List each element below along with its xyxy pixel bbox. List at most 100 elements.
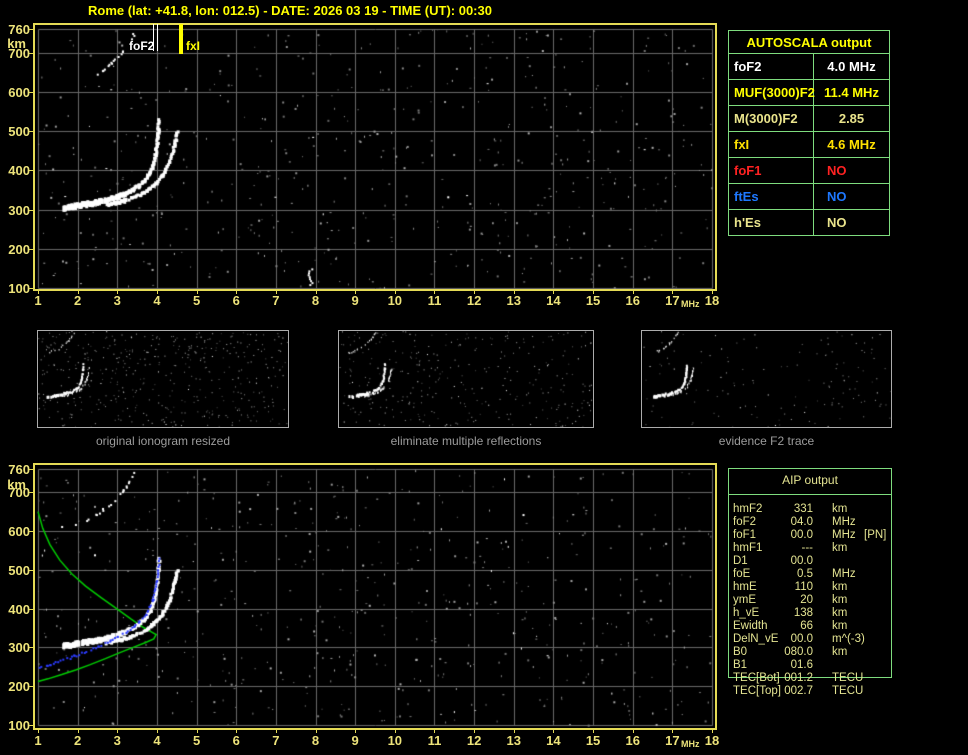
x-axis-tick xyxy=(156,730,158,733)
y-axis-tick xyxy=(29,469,33,470)
y-axis-tick xyxy=(29,91,33,93)
x-axis-tick xyxy=(434,730,436,733)
x-axis-tick xyxy=(38,730,39,733)
x-axis-tick-label: 9 xyxy=(351,293,359,308)
thumbnail-eliminate-reflections xyxy=(338,330,594,428)
autoscala-row-value: NO xyxy=(827,163,847,178)
y-axis-tick xyxy=(29,647,33,649)
x-axis-tick xyxy=(632,730,634,733)
x-axis-tick xyxy=(474,730,476,733)
aip-row-unit: km xyxy=(832,646,848,658)
x-axis-tick xyxy=(711,730,713,733)
profile-plot-bottom-canvas xyxy=(35,465,715,728)
fof2-marker-label: foF2 xyxy=(129,39,155,53)
fof2-marker-line xyxy=(157,24,158,51)
aip-row-label: foE xyxy=(733,568,751,580)
x-axis-tick-label: 3 xyxy=(113,293,121,308)
x-axis-unit-label: MHz xyxy=(681,299,700,309)
x-axis-tick xyxy=(275,730,277,733)
autoscala-row-label: foF1 xyxy=(729,158,814,183)
aip-row-value: 66 xyxy=(800,620,813,632)
aip-row-unit: MHz xyxy=(832,516,856,528)
x-axis-tick-label: 2 xyxy=(74,293,82,308)
y-axis-tick xyxy=(29,248,33,250)
x-axis-tick-label: 9 xyxy=(351,733,359,748)
aip-row-unit: TECU xyxy=(832,685,864,697)
autoscala-row-M(3000)F2: M(3000)F2 2.85 xyxy=(729,105,889,131)
aip-row-unit: km xyxy=(832,594,848,606)
aip-row-label: B0 xyxy=(733,646,748,658)
x-axis-tick xyxy=(236,730,238,733)
aip-header-divider xyxy=(728,494,892,495)
x-axis-tick xyxy=(394,291,396,294)
x-axis-tick xyxy=(672,291,674,294)
x-axis-tick-label: 2 xyxy=(74,733,82,748)
x-axis-tick xyxy=(394,730,396,733)
x-axis-tick xyxy=(355,730,357,733)
y-axis-tick xyxy=(29,52,33,54)
autoscala-row-label: M(3000)F2 xyxy=(729,106,814,131)
aip-row-label: foF2 xyxy=(733,516,757,528)
x-axis-tick-label: 8 xyxy=(311,733,320,748)
x-axis-tick-label: 5 xyxy=(192,293,201,308)
aip-row-value: 00.0 xyxy=(790,633,813,645)
x-axis-tick-label: 16 xyxy=(625,293,640,308)
autoscala-table-header: AUTOSCALA output xyxy=(729,31,889,54)
y-axis-tick-label: 200 xyxy=(8,241,30,257)
y-axis-tick xyxy=(29,725,33,726)
y-axis-tick-label: 760 xyxy=(8,462,30,477)
x-axis-tick xyxy=(553,730,555,733)
x-axis-tick xyxy=(275,291,277,294)
x-axis-tick-label: 13 xyxy=(506,733,521,748)
aip-row-unit: km xyxy=(832,607,848,619)
x-axis-unit-label: MHz xyxy=(681,739,700,749)
x-axis-tick-label: 16 xyxy=(625,733,640,748)
x-axis-tick xyxy=(355,291,357,294)
x-axis-tick-label: 6 xyxy=(232,733,240,748)
aip-row-label: foF1 xyxy=(733,529,757,541)
y-axis-tick xyxy=(29,131,33,133)
y-axis-tick xyxy=(29,29,33,30)
thumbnail-caption-evidence: evidence F2 trace xyxy=(718,434,815,448)
aip-row-note: [PN] xyxy=(864,529,887,541)
x-axis-tick-label: 11 xyxy=(427,733,442,748)
autoscala-row-label: ftEs xyxy=(729,184,814,209)
autoscala-row-value: 2.85 xyxy=(838,111,865,126)
y-axis-tick xyxy=(29,686,33,688)
aip-row-label: D1 xyxy=(733,555,748,567)
aip-row-label: hmE xyxy=(733,581,757,593)
aip-row-value: 20 xyxy=(800,594,813,606)
x-axis-tick xyxy=(117,291,119,294)
y-axis-tick-label: 300 xyxy=(8,640,30,656)
autoscala-row-foF2: foF2 4.0 MHz xyxy=(729,54,889,79)
autoscala-row-h'Es: h'Es NO xyxy=(729,209,889,235)
y-axis-tick xyxy=(29,531,33,533)
x-axis-tick-label: 1 xyxy=(34,293,42,308)
x-axis-tick xyxy=(117,730,119,733)
autoscala-row-value: NO xyxy=(827,189,847,204)
y-axis-tick-label: 600 xyxy=(8,524,30,540)
aip-row-value: 138 xyxy=(793,607,813,619)
x-axis-tick-label: 11 xyxy=(427,293,442,308)
x-axis-tick xyxy=(156,291,158,294)
aip-row-value: 001.2 xyxy=(784,672,813,684)
autoscala-row-value: 4.6 MHz xyxy=(827,137,876,152)
thumbnail-original-ionogram xyxy=(37,330,289,428)
y-axis-tick-label: 500 xyxy=(8,562,30,578)
y-axis-tick xyxy=(29,287,33,289)
x-axis-tick xyxy=(196,291,198,294)
x-axis-tick xyxy=(513,291,515,294)
autoscala-row-label: fxI xyxy=(729,132,814,157)
x-axis-tick-label: 18 xyxy=(704,733,720,748)
autoscala-row-label: foF2 xyxy=(729,54,814,79)
y-axis-unit-label: km xyxy=(7,36,26,51)
aip-row-value: 002.7 xyxy=(784,685,813,697)
aip-row-value: --- xyxy=(801,542,814,554)
x-axis-tick-label: 14 xyxy=(546,733,561,748)
x-axis-tick-label: 12 xyxy=(466,293,482,308)
autoscala-row-value: 11.4 MHz xyxy=(824,85,879,100)
y-axis-unit-label: km xyxy=(7,477,26,492)
x-axis-tick-label: 3 xyxy=(113,733,121,748)
aip-row-label: ymE xyxy=(733,594,756,606)
aip-row-value: 04.0 xyxy=(790,516,813,528)
